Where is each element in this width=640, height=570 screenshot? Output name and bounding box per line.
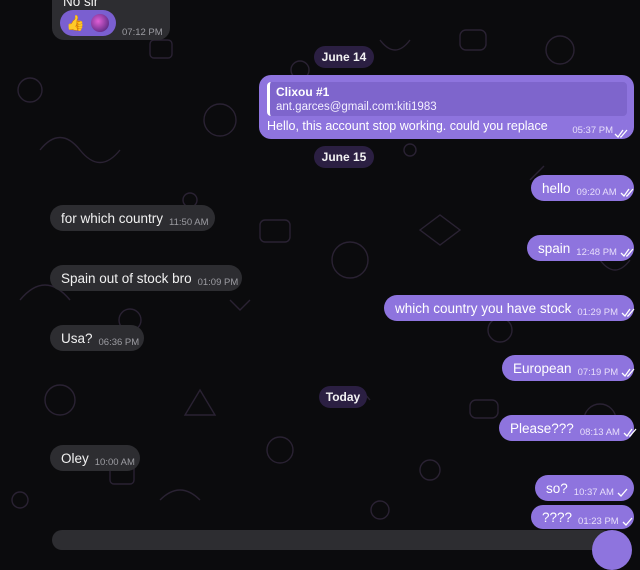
date-separator: June 14: [314, 46, 374, 68]
date-label: June 14: [321, 50, 367, 64]
double-check-icon: [623, 428, 638, 437]
send-button[interactable]: [592, 530, 632, 570]
message-bubble-outgoing[interactable]: so? 10:37 AM: [535, 475, 634, 501]
message-text: spain: [538, 240, 571, 256]
message-text: hello: [542, 180, 571, 196]
message-text: Usa?: [61, 330, 93, 346]
message-bubble-outgoing[interactable]: European 07:19 PM: [502, 355, 636, 381]
message-time: 01:09 PM: [197, 276, 239, 288]
message-text: Please???: [510, 420, 574, 436]
reply-quote-text: ant.garces@gmail.com:kiti1983: [276, 101, 437, 113]
avatar: [90, 14, 109, 32]
reply-quote-title: Clixou #1: [276, 85, 330, 99]
message-text: European: [513, 360, 572, 376]
message-bubble-outgoing[interactable]: spain 12:48 PM: [527, 235, 634, 261]
message-text: which country you have stock: [395, 300, 572, 316]
thumbs-up-icon: 👍: [66, 14, 85, 32]
message-bubble-outgoing[interactable]: Please??? 08:13 AM: [499, 415, 637, 441]
message-time: 09:20 AM: [576, 186, 617, 198]
message-time: 12:48 PM: [576, 246, 617, 258]
message-text: so?: [546, 480, 568, 496]
single-check-icon: [622, 517, 633, 526]
message-bubble-incoming[interactable]: Oley 10:00 AM: [50, 445, 140, 471]
message-bubble-incoming[interactable]: Usa? 06:36 PM: [50, 325, 144, 351]
message-input-bar[interactable]: [52, 530, 612, 550]
message-time: 08:13 AM: [579, 426, 620, 438]
reply-quote[interactable]: Clixou #1 ant.garces@gmail.com:kiti1983: [267, 82, 627, 116]
message-text: Hello, this account stop working. could …: [267, 119, 548, 133]
message-text: Spain out of stock bro: [61, 270, 192, 286]
message-bubble-outgoing[interactable]: hello 09:20 AM: [531, 175, 634, 201]
single-check-icon: [617, 488, 628, 497]
message-time: 05:37 PM: [572, 125, 613, 136]
message-bubble-incoming[interactable]: for which country 11:50 AM: [50, 205, 215, 231]
message-time: 07:19 PM: [577, 366, 619, 378]
message-bubble-outgoing[interactable]: ???? 01:23 PM: [531, 505, 634, 529]
message-text: No sir: [63, 0, 99, 9]
reaction-chip[interactable]: 👍: [60, 10, 116, 36]
message-time: 06:36 PM: [98, 336, 140, 348]
double-check-icon: [620, 188, 635, 197]
message-time: 10:00 AM: [94, 456, 135, 468]
date-separator: Today: [319, 386, 367, 408]
message-time: 11:50 AM: [169, 216, 209, 228]
double-check-icon: [614, 125, 629, 143]
message-bubble-outgoing-reply[interactable]: Clixou #1 ant.garces@gmail.com:kiti1983 …: [259, 75, 634, 139]
message-text: ????: [542, 509, 573, 525]
message-time: 07:12 PM: [122, 27, 163, 38]
message-text: for which country: [61, 210, 164, 226]
double-check-icon: [620, 248, 635, 257]
double-check-icon: [621, 308, 636, 317]
message-time: 10:37 AM: [573, 486, 614, 498]
date-label: Today: [325, 390, 361, 404]
message-time: 01:29 PM: [577, 306, 619, 318]
message-time: 01:23 PM: [578, 515, 619, 527]
message-bubble-incoming[interactable]: Spain out of stock bro 01:09 PM: [50, 265, 242, 291]
message-bubble-outgoing[interactable]: which country you have stock 01:29 PM: [384, 295, 636, 321]
double-check-icon: [621, 368, 636, 377]
message-text: Oley: [61, 450, 89, 466]
date-separator: June 15: [314, 146, 374, 168]
date-label: June 15: [321, 150, 367, 164]
